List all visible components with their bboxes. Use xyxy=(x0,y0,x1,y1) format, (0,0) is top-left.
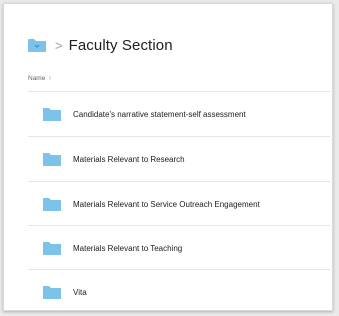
folder-icon xyxy=(43,242,61,255)
folder-icon xyxy=(43,198,61,211)
folder-name: Materials Relevant to Research xyxy=(73,154,185,164)
list-item[interactable]: Materials Relevant to Service Outreach E… xyxy=(28,182,330,226)
breadcrumb: > Faculty Section xyxy=(27,35,173,55)
folder-name: Materials Relevant to Teaching xyxy=(73,243,183,253)
folder-name: Candidate's narrative statement-self ass… xyxy=(73,109,246,119)
folder-icon xyxy=(43,153,61,166)
list-item[interactable]: Vita xyxy=(28,270,330,310)
folder-icon[interactable] xyxy=(27,37,47,53)
name-sort-header[interactable]: Name ↑ xyxy=(28,75,51,82)
folder-name: Vita xyxy=(73,287,87,297)
sort-column-label: Name xyxy=(28,75,46,82)
breadcrumb-separator: > xyxy=(55,37,63,53)
file-browser-panel: > Faculty Section Name ↑ Candidate's nar… xyxy=(3,3,333,311)
sort-arrow-icon: ↑ xyxy=(48,75,52,82)
list-item[interactable]: Candidate's narrative statement-self ass… xyxy=(28,92,330,136)
page-title: Faculty Section xyxy=(68,36,173,54)
list-item[interactable]: Materials Relevant to Teaching xyxy=(28,226,330,270)
folder-icon xyxy=(43,108,61,121)
folder-icon xyxy=(43,286,61,299)
list-item[interactable]: Materials Relevant to Research xyxy=(28,137,330,181)
folder-name: Materials Relevant to Service Outreach E… xyxy=(73,199,260,209)
